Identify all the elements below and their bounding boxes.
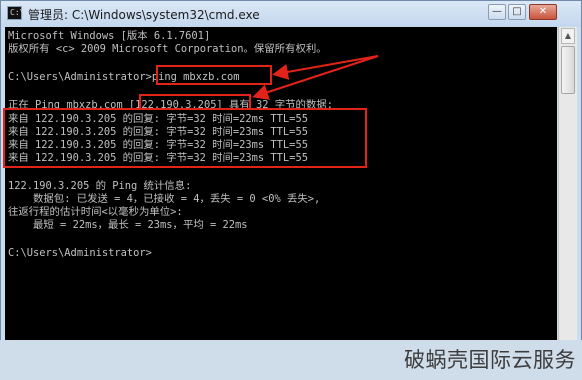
scrollbar-thumb[interactable] [561, 46, 575, 94]
watermark-text: 破蜗壳国际云服务 [404, 348, 576, 372]
minimize-button[interactable]: — [488, 4, 506, 20]
highlight-ping-command [156, 65, 272, 85]
cmd-window: C:\ 管理员: C:\Windows\system32\cmd.exe — □… [0, 0, 582, 380]
console-prompt[interactable]: C:\Users\Administrator> [8, 247, 152, 259]
console-line-stats-header: 122.190.3.205 的 Ping 统计信息: [8, 180, 192, 192]
vertical-scrollbar[interactable]: ▲ [558, 27, 577, 341]
close-button[interactable]: ✕ [529, 4, 557, 20]
title-bar[interactable]: C:\ 管理员: C:\Windows\system32\cmd.exe — □… [1, 1, 581, 27]
console-output[interactable]: Microsoft Windows [版本 6.1.7601] 版权所有 <c>… [5, 27, 557, 341]
highlight-reply-lines [3, 108, 367, 168]
console-line-version: Microsoft Windows [版本 6.1.7601] [8, 30, 211, 42]
console-line-copyright: 版权所有 <c> 2009 Microsoft Corporation。保留所有… [8, 43, 327, 55]
scroll-up-arrow-icon[interactable]: ▲ [561, 28, 575, 44]
maximize-button[interactable]: □ [508, 4, 526, 20]
console-line-packets: 数据包: 已发送 = 4，已接收 = 4，丢失 = 0 <0% 丢失>, [8, 193, 321, 205]
window-title: 管理员: C:\Windows\system32\cmd.exe [28, 8, 260, 22]
cmd-icon-glyph: C:\ [10, 8, 25, 17]
console-line-rtt-header: 往返行程的估计时间<以毫秒为单位>: [8, 206, 183, 218]
cmd-app-icon[interactable]: C:\ [7, 6, 25, 20]
console-line-rtt-values: 最短 = 22ms，最长 = 23ms，平均 = 22ms [8, 219, 248, 231]
